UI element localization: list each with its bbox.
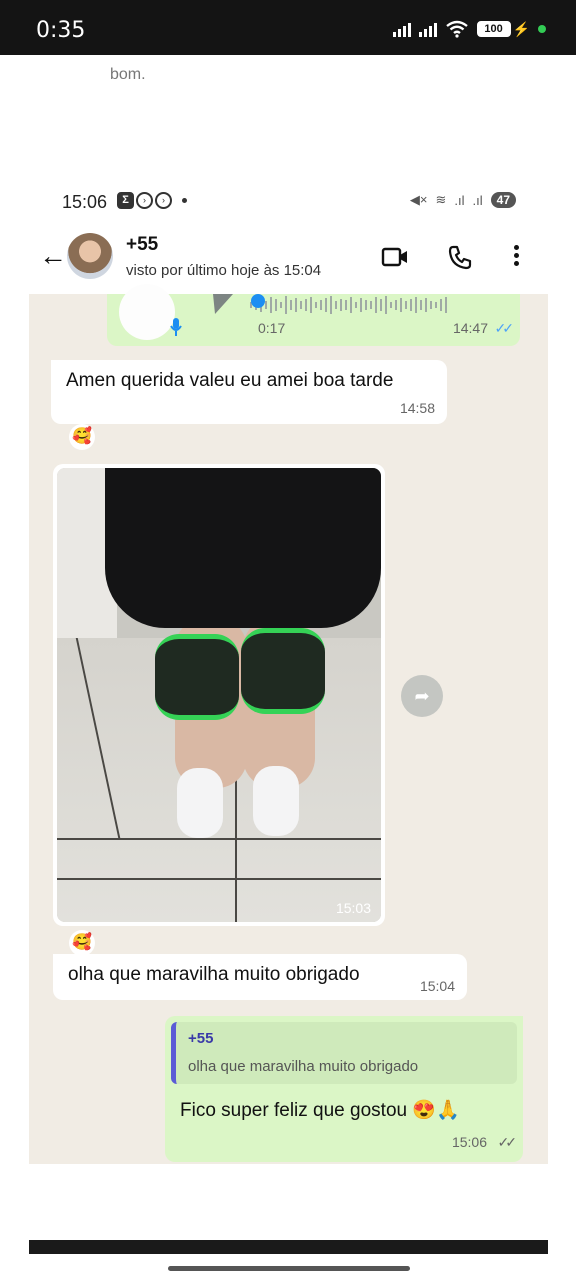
outer-status-bar: 0:35 100 ⚡	[0, 0, 576, 55]
chat-screenshot: 15:06 Σ › › ◀× ≋ .ıl .ıl 47 ← +55 visto …	[29, 178, 548, 1164]
signal-icon: .ıl	[472, 192, 483, 208]
battery-icon: 100 ⚡	[476, 20, 530, 38]
notification-box-icon: Σ	[117, 192, 134, 209]
audio-progress-dot[interactable]	[251, 294, 265, 308]
muted-icon: ◀×	[409, 192, 428, 207]
video-call-icon[interactable]	[381, 246, 409, 268]
charging-icon: ⚡	[512, 20, 530, 37]
reaction-emoji[interactable]: 🥰	[69, 930, 95, 956]
reply-message[interactable]: +55 olha que maravilha muito obrigado Fi…	[165, 1016, 523, 1162]
audio-duration: 0:17	[258, 320, 286, 336]
image-message[interactable]: 15:03	[53, 464, 385, 926]
signal-icon	[392, 21, 411, 37]
message-time: 15:03	[335, 900, 371, 916]
signal-icon	[418, 21, 437, 37]
wifi-icon: ≋	[435, 192, 447, 207]
circle-icon: ›	[155, 192, 172, 209]
signal-icon: .ıl	[454, 192, 465, 208]
forward-icon[interactable]: ➦	[401, 675, 443, 717]
message-time: 14:58	[399, 400, 435, 416]
wifi-icon	[445, 20, 468, 38]
contact-name[interactable]: +55	[126, 234, 158, 256]
message-time: 14:47	[452, 320, 488, 336]
circle-icon: ›	[136, 192, 153, 209]
audio-message[interactable]: 0:17 14:47 ✓✓	[107, 284, 520, 346]
more-options-icon[interactable]	[511, 242, 521, 270]
chat-header: 15:06 Σ › › ◀× ≋ .ıl .ıl 47 ← +55 visto …	[29, 178, 548, 294]
reaction-emoji[interactable]: 🥰	[69, 424, 95, 450]
knee-brace-photo[interactable]: 15:03	[57, 468, 381, 922]
bottom-nav-strip	[29, 1240, 548, 1254]
redaction-mark	[256, 1032, 366, 1046]
outer-status-icons: 100 ⚡	[392, 20, 546, 38]
play-icon[interactable]	[211, 294, 237, 316]
voice-call-icon[interactable]	[447, 244, 473, 270]
previous-message-fragment: bom.	[110, 66, 146, 83]
quoted-sender: +55	[188, 1030, 214, 1047]
inner-status-icons: ◀× ≋ .ıl .ıl 47	[410, 192, 516, 208]
quoted-message[interactable]: +55 olha que maravilha muito obrigado	[171, 1022, 517, 1084]
knee-brace	[155, 634, 239, 720]
message-text: Fico super feliz que gostou 😍🙏	[180, 1100, 460, 1121]
quoted-text: olha que maravilha muito obrigado	[188, 1058, 419, 1075]
knee-brace	[241, 628, 325, 714]
avatar[interactable]	[67, 233, 113, 279]
delivered-ticks-icon: ✓✓	[497, 1134, 518, 1150]
read-ticks-icon: ✓✓	[494, 320, 515, 336]
audio-sender-avatar	[119, 284, 175, 340]
inner-clock: 15:06	[62, 192, 108, 212]
message-text: Amen querida valeu eu amei boa tarde	[66, 370, 394, 391]
gesture-bar[interactable]	[168, 1266, 410, 1271]
battery-icon: 47	[490, 192, 516, 208]
redaction-mark	[179, 238, 329, 254]
incoming-message[interactable]: Amen querida valeu eu amei boa tarde 14:…	[51, 360, 447, 424]
microphone-icon	[170, 318, 182, 336]
message-time: 15:06	[451, 1134, 487, 1150]
audio-waveform[interactable]	[250, 294, 447, 316]
privacy-dot-icon	[538, 25, 546, 33]
last-seen-status: visto por último hoje às 15:04	[126, 262, 322, 279]
back-arrow-icon[interactable]: ←	[39, 240, 67, 272]
dot-icon	[182, 198, 187, 203]
outer-clock: 0:35	[36, 18, 86, 43]
inner-notification-icons: Σ › ›	[117, 192, 187, 209]
incoming-message[interactable]: olha que maravilha muito obrigado 15:04	[53, 954, 467, 1000]
message-text: olha que maravilha muito obrigado	[68, 964, 360, 985]
message-time: 15:04	[419, 978, 455, 994]
